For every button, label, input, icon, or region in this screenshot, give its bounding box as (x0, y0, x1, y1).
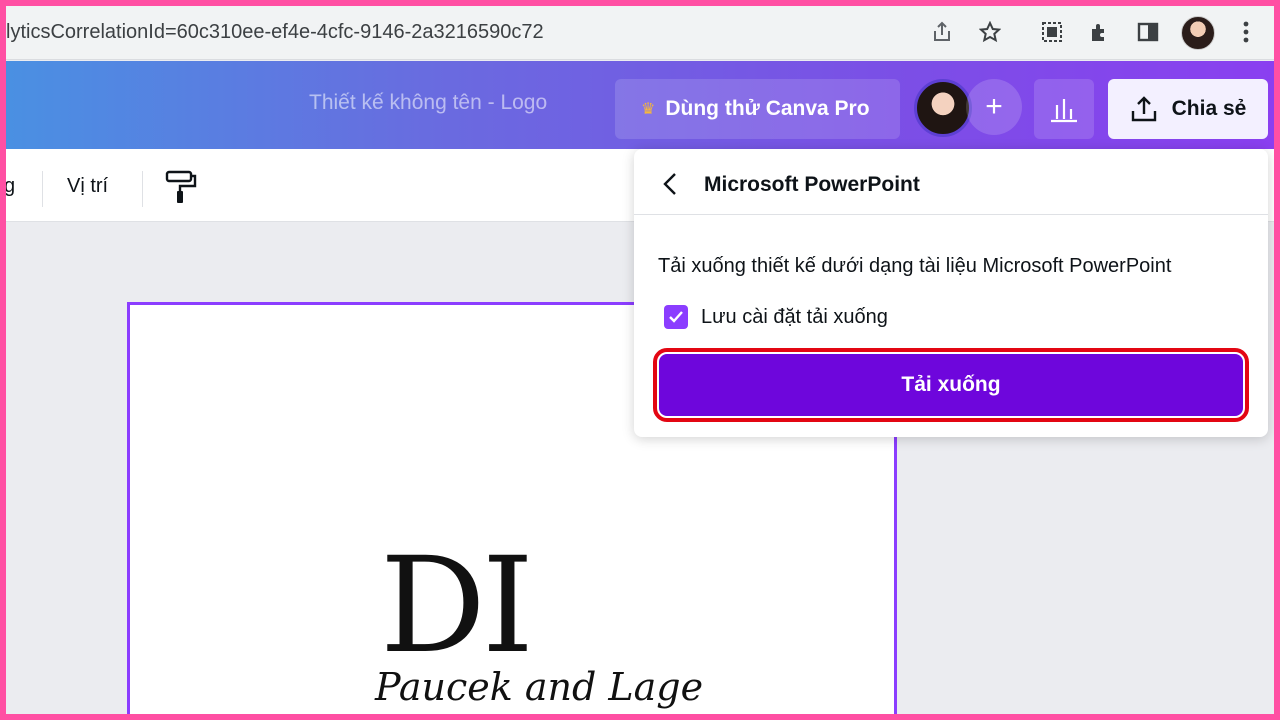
toolbar-item-partial[interactable]: g (6, 175, 15, 198)
star-icon[interactable] (976, 18, 1004, 46)
try-canva-pro-button[interactable]: ♛ Dùng thử Canva Pro (615, 79, 900, 139)
logo-monogram[interactable]: DI (380, 540, 534, 672)
download-button[interactable]: Tải xuống (659, 354, 1243, 416)
profile-avatar[interactable] (1181, 16, 1215, 50)
upload-icon (1131, 96, 1156, 122)
screen: lyticsCorrelationId=60c310ee-ef4e-4cfc-9… (6, 6, 1274, 714)
bar-chart-icon (1051, 99, 1077, 123)
position-button[interactable]: Vị trí (67, 175, 108, 198)
sidepanel-icon[interactable] (1134, 18, 1162, 46)
extensions-icon[interactable] (1086, 18, 1114, 46)
add-people-button[interactable]: + (966, 79, 1022, 135)
url-text[interactable]: lyticsCorrelationId=60c310ee-ef4e-4cfc-9… (6, 12, 544, 52)
paint-roller-icon[interactable] (164, 169, 198, 205)
logo-script-text[interactable]: Paucek and Lage (375, 665, 703, 709)
download-panel: Microsoft PowerPoint Tải xuống thiết kế … (634, 149, 1268, 437)
toolbar-divider (142, 171, 143, 207)
toolbar-divider (42, 171, 43, 207)
screenshot-icon[interactable] (1038, 18, 1066, 46)
insights-button[interactable] (1034, 79, 1094, 139)
panel-description: Tải xuống thiết kế dưới dạng tài liệu Mi… (658, 255, 1172, 277)
design-title[interactable]: Thiết kế không tên - Logo (309, 91, 547, 115)
crown-icon: ♛ (641, 101, 656, 118)
share-button[interactable]: Chia sẻ (1108, 79, 1268, 139)
canva-header: Thiết kế không tên - Logo ♛ Dùng thử Can… (6, 61, 1274, 149)
panel-header: Microsoft PowerPoint (634, 149, 1268, 215)
save-settings-label[interactable]: Lưu cài đặt tải xuống (701, 306, 888, 329)
address-bar[interactable]: lyticsCorrelationId=60c310ee-ef4e-4cfc-9… (6, 12, 1016, 52)
back-chevron-icon[interactable] (658, 171, 684, 197)
save-settings-checkbox[interactable] (664, 305, 688, 329)
share-icon[interactable] (928, 18, 956, 46)
browser-toolbar: lyticsCorrelationId=60c310ee-ef4e-4cfc-9… (6, 6, 1274, 60)
user-avatar[interactable] (914, 79, 972, 137)
share-label: Chia sẻ (1171, 97, 1247, 120)
checkmark-icon (669, 311, 683, 323)
plus-icon: + (985, 90, 1003, 123)
try-pro-label: Dùng thử Canva Pro (665, 97, 870, 120)
panel-title: Microsoft PowerPoint (704, 173, 920, 196)
more-icon[interactable] (1232, 18, 1260, 46)
